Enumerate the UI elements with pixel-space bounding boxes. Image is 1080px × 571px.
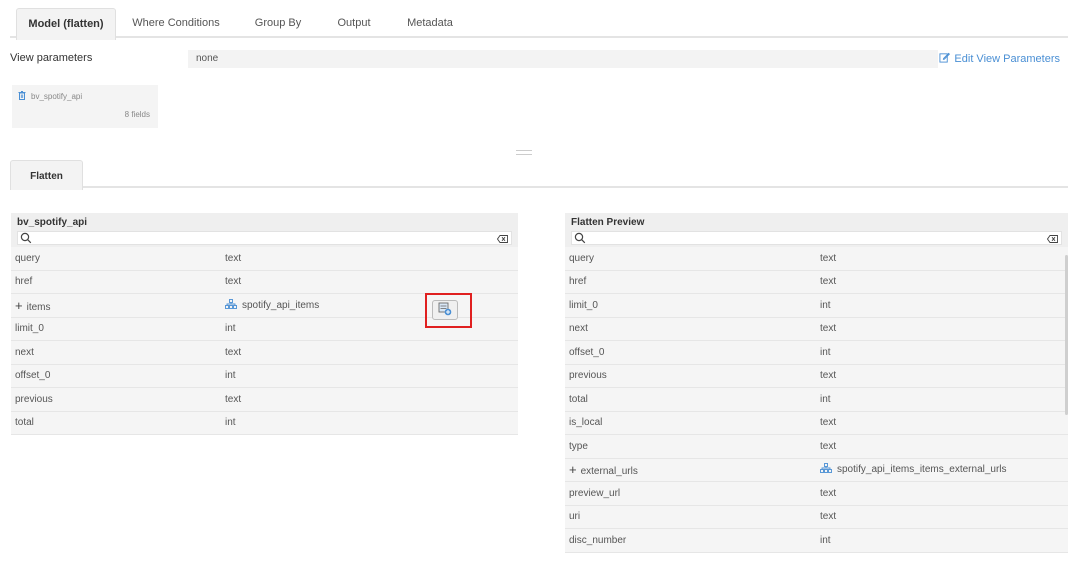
search-icon bbox=[574, 232, 586, 247]
source-view-name: bv_spotify_api bbox=[31, 92, 83, 101]
preview-row[interactable]: query text bbox=[565, 247, 1068, 271]
field-name: external_urls bbox=[580, 466, 638, 478]
tab-metadata[interactable]: Metadata bbox=[400, 8, 460, 38]
field-name: limit_0 bbox=[569, 299, 598, 311]
tab-where-conditions[interactable]: Where Conditions bbox=[128, 8, 224, 38]
field-type: text bbox=[820, 440, 837, 452]
field-type: text bbox=[225, 276, 242, 288]
clear-icon[interactable] bbox=[1046, 234, 1058, 246]
preview-row[interactable]: uri text bbox=[565, 505, 1068, 529]
clear-icon[interactable] bbox=[496, 234, 508, 246]
field-type: text bbox=[225, 393, 242, 405]
field-type: int bbox=[225, 370, 236, 382]
field-row[interactable]: previous text bbox=[11, 388, 518, 412]
field-type: int bbox=[820, 393, 831, 405]
field-name: total bbox=[569, 393, 588, 405]
preview-row[interactable]: next text bbox=[565, 317, 1068, 341]
preview-row[interactable]: total int bbox=[565, 388, 1068, 412]
tab-group-by[interactable]: Group By bbox=[246, 8, 310, 38]
edit-view-parameters-label: Edit View Parameters bbox=[954, 53, 1060, 65]
field-name: query bbox=[15, 252, 41, 264]
panel-splitter-handle[interactable] bbox=[516, 150, 532, 155]
field-type: int bbox=[820, 299, 831, 311]
field-name: query bbox=[569, 252, 595, 264]
preview-row[interactable]: type text bbox=[565, 435, 1068, 459]
field-name: total bbox=[15, 417, 34, 429]
tab-flatten[interactable]: Flatten bbox=[10, 160, 83, 190]
view-parameters-label: View parameters bbox=[10, 52, 93, 64]
field-name: is_local bbox=[569, 417, 603, 429]
preview-row[interactable]: previous text bbox=[565, 364, 1068, 388]
field-type: text bbox=[820, 511, 837, 523]
source-panel-title: bv_spotify_api bbox=[17, 217, 88, 228]
field-name: href bbox=[569, 276, 587, 288]
source-view-card[interactable]: bv_spotify_api 8 fields bbox=[12, 85, 158, 128]
preview-row[interactable]: disc_number int bbox=[565, 529, 1068, 553]
field-row[interactable]: next text bbox=[11, 341, 518, 365]
field-name: offset_0 bbox=[15, 370, 51, 382]
field-type: int bbox=[820, 534, 831, 546]
field-type: spotify_api_items_items_external_urls bbox=[837, 464, 1007, 476]
field-row[interactable]: href text bbox=[11, 271, 518, 294]
field-name: previous bbox=[15, 393, 53, 405]
field-type: spotify_api_items bbox=[242, 299, 320, 311]
trash-icon[interactable] bbox=[18, 91, 26, 102]
expand-plus-icon[interactable]: + bbox=[569, 462, 577, 477]
field-name: href bbox=[15, 276, 33, 288]
search-icon bbox=[20, 232, 32, 247]
field-type: text bbox=[225, 346, 242, 358]
hierarchy-icon bbox=[820, 463, 832, 476]
field-type: int bbox=[820, 346, 831, 358]
field-row[interactable]: total int bbox=[11, 412, 518, 435]
highlight-box bbox=[425, 293, 472, 328]
field-type: text bbox=[820, 370, 837, 382]
field-row[interactable]: query text bbox=[11, 247, 518, 271]
field-type: text bbox=[820, 276, 837, 288]
field-name: next bbox=[569, 323, 588, 335]
flatten-preview-panel: Flatten Preview query text href text limit… bbox=[565, 213, 1068, 558]
tab-output[interactable]: Output bbox=[328, 8, 380, 38]
field-name: previous bbox=[569, 370, 607, 382]
edit-view-parameters-link[interactable]: Edit View Parameters bbox=[939, 52, 1060, 66]
preview-row[interactable]: is_local text bbox=[565, 411, 1068, 435]
preview-row[interactable]: limit_0 int bbox=[565, 294, 1068, 318]
source-search-input[interactable] bbox=[17, 231, 512, 245]
preview-row[interactable]: preview_url text bbox=[565, 482, 1068, 506]
preview-search-input[interactable] bbox=[571, 231, 1062, 245]
field-name: uri bbox=[569, 511, 581, 523]
view-parameters-value: none bbox=[188, 50, 938, 68]
main-tab-bar: Model (flatten) Where Conditions Group B… bbox=[10, 8, 1068, 40]
preview-panel-title: Flatten Preview bbox=[571, 217, 645, 228]
field-type: text bbox=[225, 252, 242, 264]
field-name: type bbox=[569, 440, 588, 452]
field-name: offset_0 bbox=[569, 346, 605, 358]
field-name: next bbox=[15, 346, 34, 358]
field-type: int bbox=[225, 417, 236, 429]
tab-model-flatten[interactable]: Model (flatten) bbox=[16, 8, 116, 40]
source-field-count: 8 fields bbox=[124, 110, 150, 119]
hierarchy-icon bbox=[225, 298, 237, 312]
field-name: limit_0 bbox=[15, 323, 44, 335]
field-type: text bbox=[820, 323, 837, 335]
preview-row-expandable[interactable]: + external_urls spotify_api_items_items_e… bbox=[565, 458, 1068, 482]
field-name: preview_url bbox=[569, 487, 621, 499]
preview-row[interactable]: href text bbox=[565, 270, 1068, 294]
field-type: text bbox=[820, 417, 837, 429]
preview-scrollbar[interactable] bbox=[1065, 255, 1068, 415]
field-name: items bbox=[26, 301, 51, 313]
field-name: disc_number bbox=[569, 534, 627, 546]
edit-icon bbox=[939, 52, 951, 66]
field-row[interactable]: offset_0 int bbox=[11, 365, 518, 388]
field-type: int bbox=[225, 323, 236, 335]
field-type: text bbox=[820, 487, 837, 499]
expand-plus-icon[interactable]: + bbox=[15, 298, 23, 313]
preview-row[interactable]: offset_0 int bbox=[565, 341, 1068, 365]
field-type: text bbox=[820, 252, 837, 264]
section-tab-bar: Flatten bbox=[10, 160, 1068, 190]
